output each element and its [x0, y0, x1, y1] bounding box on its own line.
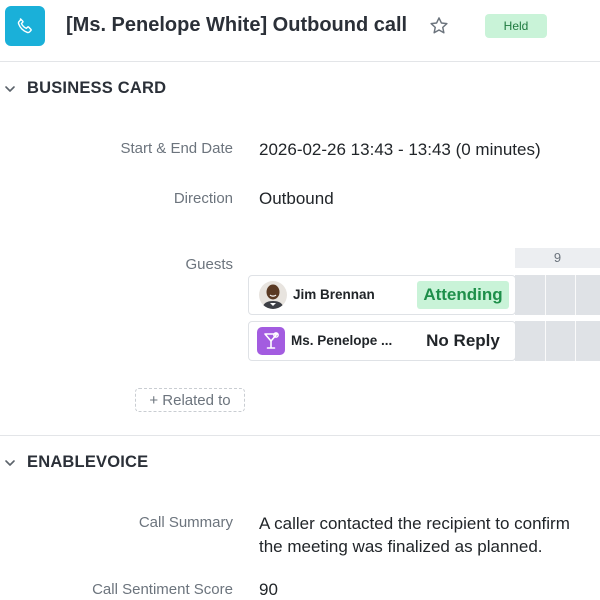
guests-label: Guests: [185, 256, 233, 273]
guest-row[interactable]: Jim Brennan Attending: [248, 275, 516, 315]
start-end-date-value: 2026-02-26 13:43 - 13:43 (0 minutes): [259, 140, 541, 159]
cocktail-icon: [257, 327, 285, 355]
call-summary-label: Call Summary: [138, 514, 233, 531]
call-sentiment-label: Call Sentiment Score: [92, 581, 233, 598]
timeline-hour-header: 9: [515, 248, 600, 268]
chevron-down-icon: [5, 86, 15, 92]
guest-timeline: [515, 321, 600, 361]
guest-status-badge: Attending: [417, 281, 509, 309]
direction-value: Outbound: [259, 189, 334, 208]
section-title: ENABLEVOICE: [27, 453, 149, 471]
record-header: [Ms. Penelope White] Outbound call Held: [0, 0, 600, 60]
related-to-button[interactable]: + Related to: [135, 388, 245, 412]
avatar: [259, 281, 287, 309]
divider: [0, 435, 600, 436]
guest-name: Ms. Penelope ...: [291, 333, 393, 348]
call-summary-line: the meeting was finalized as planned.: [259, 537, 543, 556]
guest-row[interactable]: Ms. Penelope ... No Reply: [248, 321, 516, 361]
star-icon[interactable]: [428, 15, 450, 37]
chevron-down-icon: [5, 460, 15, 466]
section-title: BUSINESS CARD: [27, 79, 167, 97]
section-business-card-toggle[interactable]: BUSINESS CARD: [0, 74, 600, 104]
status-badge: Held: [485, 14, 547, 38]
direction-label: Direction: [173, 190, 233, 207]
call-sentiment-value: 90: [259, 580, 278, 599]
guest-timeline: [515, 275, 600, 315]
guest-name: Jim Brennan: [293, 287, 375, 302]
phone-icon: [5, 6, 45, 46]
call-summary-line: A caller contacted the recipient to conf…: [259, 514, 570, 533]
section-enablevoice-toggle[interactable]: ENABLEVOICE: [0, 448, 600, 478]
guest-status-badge: No Reply: [426, 331, 500, 350]
page-title: [Ms. Penelope White] Outbound call: [66, 14, 408, 36]
divider: [0, 61, 600, 62]
start-end-date-label: Start & End Date: [120, 140, 233, 157]
